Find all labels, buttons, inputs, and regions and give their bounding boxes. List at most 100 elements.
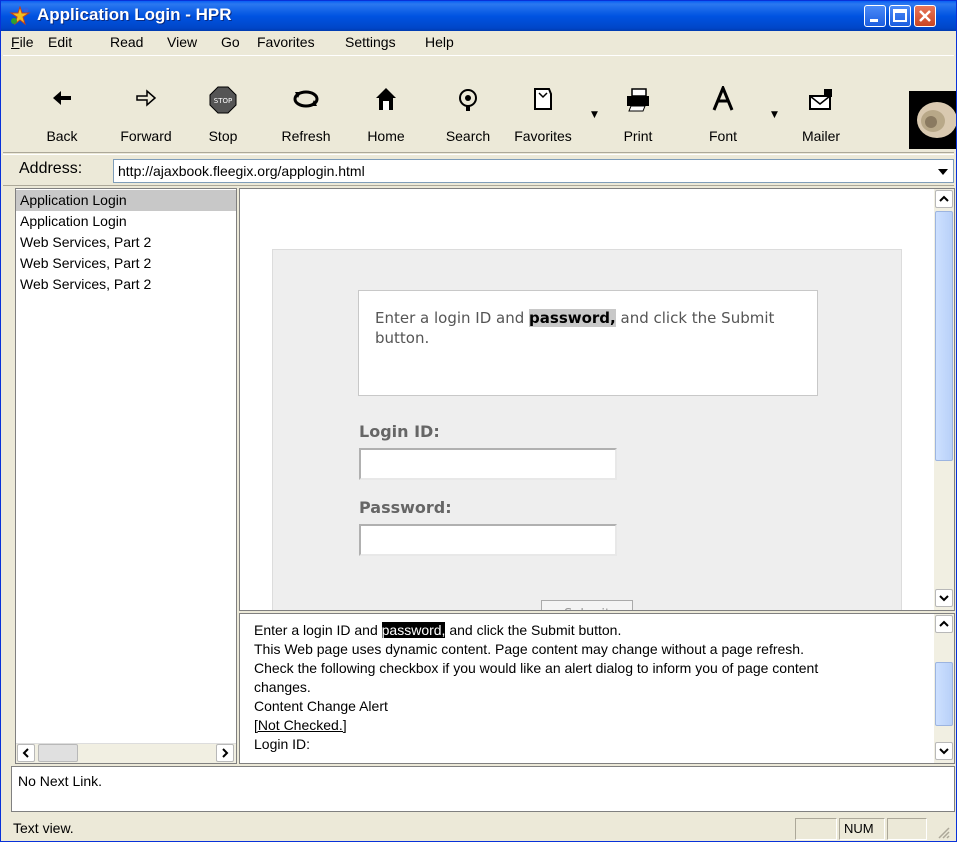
history-item[interactable]: Web Services, Part 2 <box>16 253 236 274</box>
text-view-pane: Enter a login ID and password, and click… <box>239 613 955 764</box>
text-line: changes. <box>254 679 311 695</box>
home-icon <box>376 88 396 110</box>
favorites-button[interactable] <box>508 86 578 112</box>
close-button[interactable] <box>914 5 936 27</box>
text-line: Content Change Alert <box>254 698 388 714</box>
refresh-icon <box>293 90 319 108</box>
scroll-left-button[interactable] <box>17 744 35 762</box>
favorites-icon <box>534 88 552 110</box>
menu-settings[interactable]: Settings <box>345 34 396 50</box>
text-line: This Web page uses dynamic content. Page… <box>254 641 804 657</box>
stop-sign-icon: STOP <box>209 86 237 114</box>
stop-label: Stop <box>208 128 238 144</box>
text-line: Login ID: <box>254 736 311 752</box>
home-label: Home <box>367 128 405 144</box>
login-form: Enter a login ID and password, and click… <box>272 249 902 610</box>
instruction-text: Enter a login ID and password, and click… <box>375 309 775 347</box>
text-vertical-scrollbar[interactable] <box>934 614 954 763</box>
scroll-up-button[interactable] <box>935 190 953 208</box>
app-icon <box>9 6 31 26</box>
favorites-dropdown-icon[interactable]: ▼ <box>591 110 598 120</box>
menu-go[interactable]: Go <box>221 34 240 50</box>
search-icon <box>459 89 477 111</box>
back-label: Back <box>46 128 78 144</box>
search-label: Search <box>445 128 491 144</box>
submit-button[interactable]: Submit <box>541 600 633 610</box>
scroll-thumb[interactable] <box>935 662 953 726</box>
refresh-label: Refresh <box>281 128 331 144</box>
menu-favorites[interactable]: Favorites <box>257 34 315 50</box>
shell-icon <box>917 102 956 138</box>
history-item[interactable]: Web Services, Part 2 <box>16 274 236 295</box>
maximize-button[interactable] <box>889 5 911 27</box>
page-vertical-scrollbar[interactable] <box>934 189 954 610</box>
stop-button[interactable]: STOP <box>188 86 258 114</box>
print-button[interactable] <box>603 86 673 112</box>
password-label: Password: <box>359 498 452 517</box>
scroll-down-button[interactable] <box>935 742 953 760</box>
menu-bar: File Edit Read View Go Favorites Setting… <box>3 32 954 54</box>
num-lock-indicator: NUM <box>839 818 885 840</box>
font-dropdown-icon[interactable]: ▼ <box>771 110 778 120</box>
cursor-highlight: password, <box>381 622 446 638</box>
chevron-right-icon <box>222 748 229 758</box>
menu-help[interactable]: Help <box>425 34 454 50</box>
scroll-thumb[interactable] <box>38 744 78 762</box>
title-bar[interactable]: Application Login - HPR <box>1 1 956 31</box>
history-item[interactable]: Application Login <box>16 190 236 211</box>
chevron-down-icon <box>939 748 949 755</box>
login-id-input[interactable] <box>359 448 617 480</box>
next-link-status: No Next Link. <box>18 773 103 789</box>
scroll-thumb[interactable] <box>935 211 953 461</box>
history-item[interactable]: Web Services, Part 2 <box>16 232 236 253</box>
menu-read[interactable]: Read <box>110 34 143 50</box>
home-button[interactable] <box>351 86 421 112</box>
print-label: Print <box>623 128 653 144</box>
status-cell <box>795 818 837 840</box>
back-button[interactable] <box>27 86 97 110</box>
refresh-button[interactable] <box>271 86 341 112</box>
resize-grip-icon[interactable] <box>935 824 951 840</box>
chevron-left-icon <box>22 748 29 758</box>
back-arrow-icon <box>53 91 71 105</box>
chevron-down-icon <box>938 169 948 175</box>
history-pane: Application Login Application Login Web … <box>15 188 237 764</box>
instruction-box: Enter a login ID and password, and click… <box>358 290 818 396</box>
chevron-down-icon <box>939 595 949 602</box>
menu-file[interactable]: File <box>11 34 34 50</box>
scroll-right-button[interactable] <box>216 744 234 762</box>
status-bar: Text view. NUM <box>1 814 956 842</box>
address-value: http://ajaxbook.fleegix.org/applogin.htm… <box>118 163 365 179</box>
shell-logo <box>909 91 956 149</box>
browser-window: Application Login - HPR File Edit Read V… <box>0 0 957 842</box>
minimize-button[interactable] <box>864 5 886 27</box>
password-input[interactable] <box>359 524 617 556</box>
scroll-down-button[interactable] <box>935 589 953 607</box>
toolbar: Back Forward STOP Stop Refresh Home Sear… <box>3 55 954 153</box>
status-cell <box>887 818 927 840</box>
window-title: Application Login - HPR <box>37 5 232 24</box>
minimize-icon <box>870 19 878 22</box>
link-status-pane: No Next Link. <box>11 766 955 812</box>
view-mode-status: Text view. <box>13 820 74 836</box>
scroll-up-button[interactable] <box>935 615 953 633</box>
forward-button[interactable] <box>111 86 181 110</box>
menu-view[interactable]: View <box>167 34 197 50</box>
mailer-label: Mailer <box>801 128 841 144</box>
history-item[interactable]: Application Login <box>16 211 236 232</box>
page-view-pane: Enter a login ID and password, and click… <box>239 188 955 611</box>
address-label: Address: <box>19 160 83 177</box>
font-icon <box>712 86 734 111</box>
close-icon <box>919 10 931 22</box>
history-horizontal-scrollbar[interactable] <box>16 743 236 763</box>
mailer-button[interactable] <box>786 86 856 112</box>
content-change-alert-checkbox[interactable]: [Not Checked.] <box>254 717 347 733</box>
menu-edit[interactable]: Edit <box>48 34 72 50</box>
search-button[interactable] <box>433 86 503 112</box>
mailer-icon <box>809 89 832 110</box>
address-input[interactable]: http://ajaxbook.fleegix.org/applogin.htm… <box>113 159 954 183</box>
address-dropdown-button[interactable] <box>934 161 952 181</box>
chevron-up-icon <box>939 620 949 627</box>
favorites-label: Favorites <box>514 128 572 144</box>
font-button[interactable] <box>688 86 758 112</box>
